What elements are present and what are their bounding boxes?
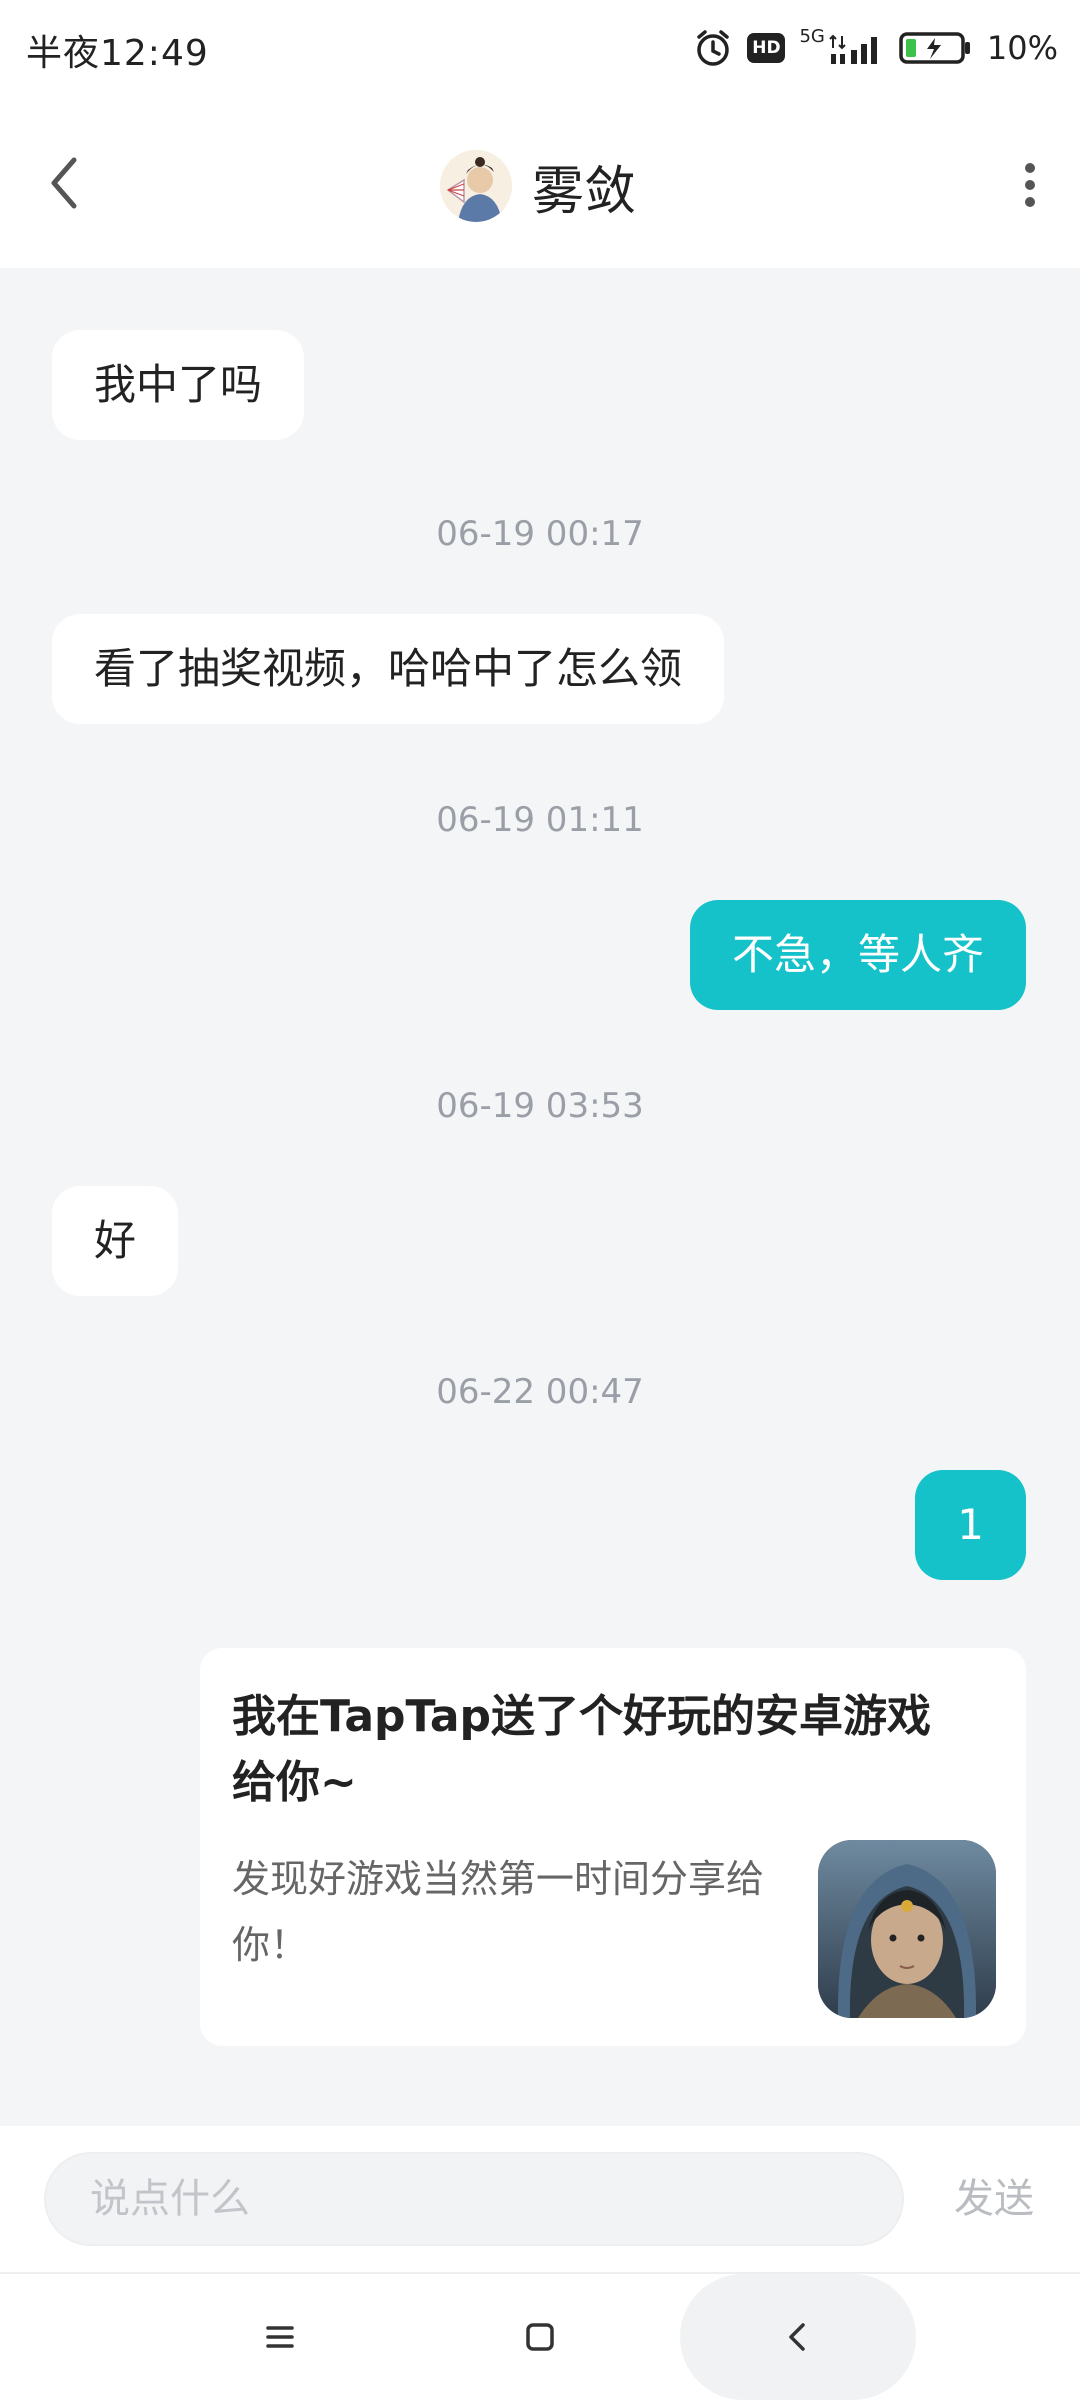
back-chevron-icon: [789, 2323, 805, 2351]
status-bar: 半夜12:49 HD 5G 10%: [0, 0, 1080, 96]
avatar[interactable]: [440, 150, 512, 222]
send-button[interactable]: 发送: [954, 2152, 1034, 2246]
game-share-card[interactable]: 我在TapTap送了个好玩的安卓游戏给你~ 发现好游戏当然第一时间分享给你！: [200, 1648, 1026, 2046]
share-card-description: 发现好游戏当然第一时间分享给你！: [232, 1857, 765, 1967]
share-card-title: 我在TapTap送了个好玩的安卓游戏给你~: [232, 1691, 932, 1808]
hd-label: HD: [752, 38, 781, 58]
signal-icon: [829, 34, 877, 64]
game-thumbnail-art: [818, 1840, 996, 2018]
nav-home-button[interactable]: [480, 2294, 600, 2380]
message-bubble-incoming[interactable]: 好: [52, 1186, 179, 1296]
message-bubble-incoming[interactable]: 看了抽奖视频，哈哈中了怎么领: [52, 614, 725, 724]
header-center: 雾敛: [440, 144, 636, 228]
message-timestamp: 06-19 03:53: [436, 1086, 644, 1126]
status-time: 半夜12:49: [26, 33, 209, 74]
message-bubble-outgoing[interactable]: 1: [915, 1470, 1026, 1580]
message-timestamp: 06-19 00:17: [436, 514, 644, 554]
message-timestamp: 06-22 00:47: [436, 1372, 644, 1412]
status-icons: HD 5G 10%: [693, 22, 1058, 74]
message-input-bar: 说点什么 发送: [0, 2126, 1080, 2272]
hd-icon: HD: [747, 33, 786, 63]
message-timestamp: 06-19 01:11: [436, 800, 644, 840]
nav-back-button[interactable]: [738, 2294, 858, 2380]
avatar-image: [440, 150, 512, 222]
alarm-icon: [697, 30, 730, 66]
nav-menu-button[interactable]: [220, 2294, 340, 2380]
back-button[interactable]: [36, 148, 96, 218]
chevron-left-icon: [51, 157, 77, 209]
system-nav-bar: [0, 2272, 1080, 2400]
more-vertical-icon: [1025, 163, 1035, 207]
home-square-icon: [526, 2323, 554, 2351]
network-type: 5G: [799, 25, 825, 47]
more-options-button[interactable]: [1010, 150, 1050, 220]
chat-header: 雾敛: [0, 96, 1080, 268]
battery-level: 10%: [986, 29, 1058, 67]
menu-icon: [266, 2326, 294, 2348]
battery-charging-icon: [899, 32, 970, 64]
message-list[interactable]: 我中了吗 06-19 00:17 看了抽奖视频，哈哈中了怎么领 06-19 01…: [0, 268, 1080, 2126]
message-bubble-outgoing[interactable]: 不急，等人齐: [689, 900, 1026, 1010]
chat-title: 雾敛: [532, 161, 637, 222]
game-thumbnail-image: [818, 1840, 996, 2018]
message-bubble-incoming[interactable]: 我中了吗: [52, 330, 305, 440]
message-input[interactable]: 说点什么: [44, 2152, 904, 2246]
